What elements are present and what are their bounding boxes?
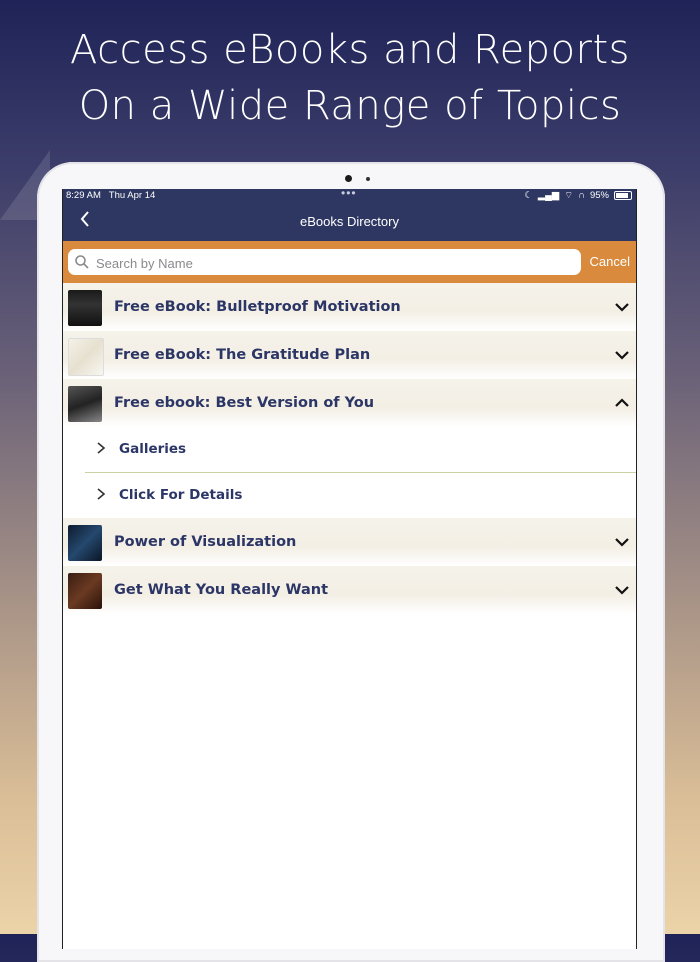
sub-item-click-for-details[interactable]: Click For Details xyxy=(63,473,636,518)
chevron-down-icon[interactable] xyxy=(614,299,630,315)
status-indicators: ☾ ▂▄▆ ⌔ ∩ 95% xyxy=(524,190,632,201)
chevron-down-icon[interactable] xyxy=(614,347,630,363)
ebook-title: Free eBook: The Gratitude Plan xyxy=(114,347,371,363)
battery-icon xyxy=(614,191,632,200)
book-cover-icon xyxy=(68,290,102,326)
status-time: 8:29 AM Thu Apr 14 xyxy=(66,190,156,201)
ebook-title: Power of Visualization xyxy=(114,534,297,550)
wifi-icon: ⌔ xyxy=(564,190,574,201)
chevron-up-icon[interactable] xyxy=(614,395,630,411)
ebook-row-bulletproof-motivation[interactable]: Free eBook: Bulletproof Motivation xyxy=(63,283,636,331)
book-cover-icon xyxy=(68,573,102,609)
headline-line-1: Access eBooks and Reports xyxy=(69,27,631,73)
page-title: eBooks Directory xyxy=(300,214,399,229)
promo-headline: Access eBooks and Reports On a Wide Rang… xyxy=(0,22,700,134)
ebook-row-gratitude-plan[interactable]: Free eBook: The Gratitude Plan xyxy=(63,331,636,379)
ebook-title: Free eBook: Bulletproof Motivation xyxy=(114,299,401,315)
headline-line-2: On a Wide Range of Topics xyxy=(78,83,622,129)
headphones-icon: ∩ xyxy=(578,190,585,201)
chevron-right-icon xyxy=(97,442,106,454)
camera xyxy=(37,174,665,184)
nav-bar: eBooks Directory xyxy=(63,203,636,241)
search-icon xyxy=(75,255,89,269)
battery-percent: 95% xyxy=(589,190,609,201)
ebook-row-power-of-visualization[interactable]: Power of Visualization xyxy=(63,518,636,566)
moon-icon: ☾ xyxy=(524,190,533,201)
cancel-button[interactable]: Cancel xyxy=(590,254,630,269)
book-cover-icon xyxy=(68,525,102,561)
status-bar: 8:29 AM Thu Apr 14 ••• ☾ ▂▄▆ ⌔ ∩ 95% xyxy=(63,189,636,203)
signal-icon: ▂▄▆ xyxy=(537,190,560,201)
multitasking-dots-icon[interactable]: ••• xyxy=(341,189,357,200)
search-input[interactable] xyxy=(94,252,578,274)
book-cover-icon xyxy=(68,338,104,376)
ebook-row-best-version-of-you[interactable]: Free ebook: Best Version of You xyxy=(63,379,636,427)
camera-lens-icon xyxy=(345,175,352,182)
camera-sensor-icon xyxy=(366,177,370,181)
ebook-row-get-what-you-really-want[interactable]: Get What You Really Want xyxy=(63,566,636,614)
sub-item-galleries[interactable]: Galleries xyxy=(63,427,636,472)
chevron-down-icon[interactable] xyxy=(614,582,630,598)
sub-item-label: Click For Details xyxy=(119,487,243,503)
ebook-title: Get What You Really Want xyxy=(114,582,329,598)
chevron-right-icon xyxy=(97,488,106,500)
book-cover-icon xyxy=(68,386,102,422)
app-screen: 8:29 AM Thu Apr 14 ••• ☾ ▂▄▆ ⌔ ∩ 95% eBo… xyxy=(62,189,637,949)
sub-item-label: Galleries xyxy=(119,441,187,457)
chevron-down-icon[interactable] xyxy=(614,534,630,550)
ebook-title: Free ebook: Best Version of You xyxy=(114,395,375,411)
search-bar: Cancel xyxy=(63,241,636,283)
search-box[interactable] xyxy=(68,249,581,275)
